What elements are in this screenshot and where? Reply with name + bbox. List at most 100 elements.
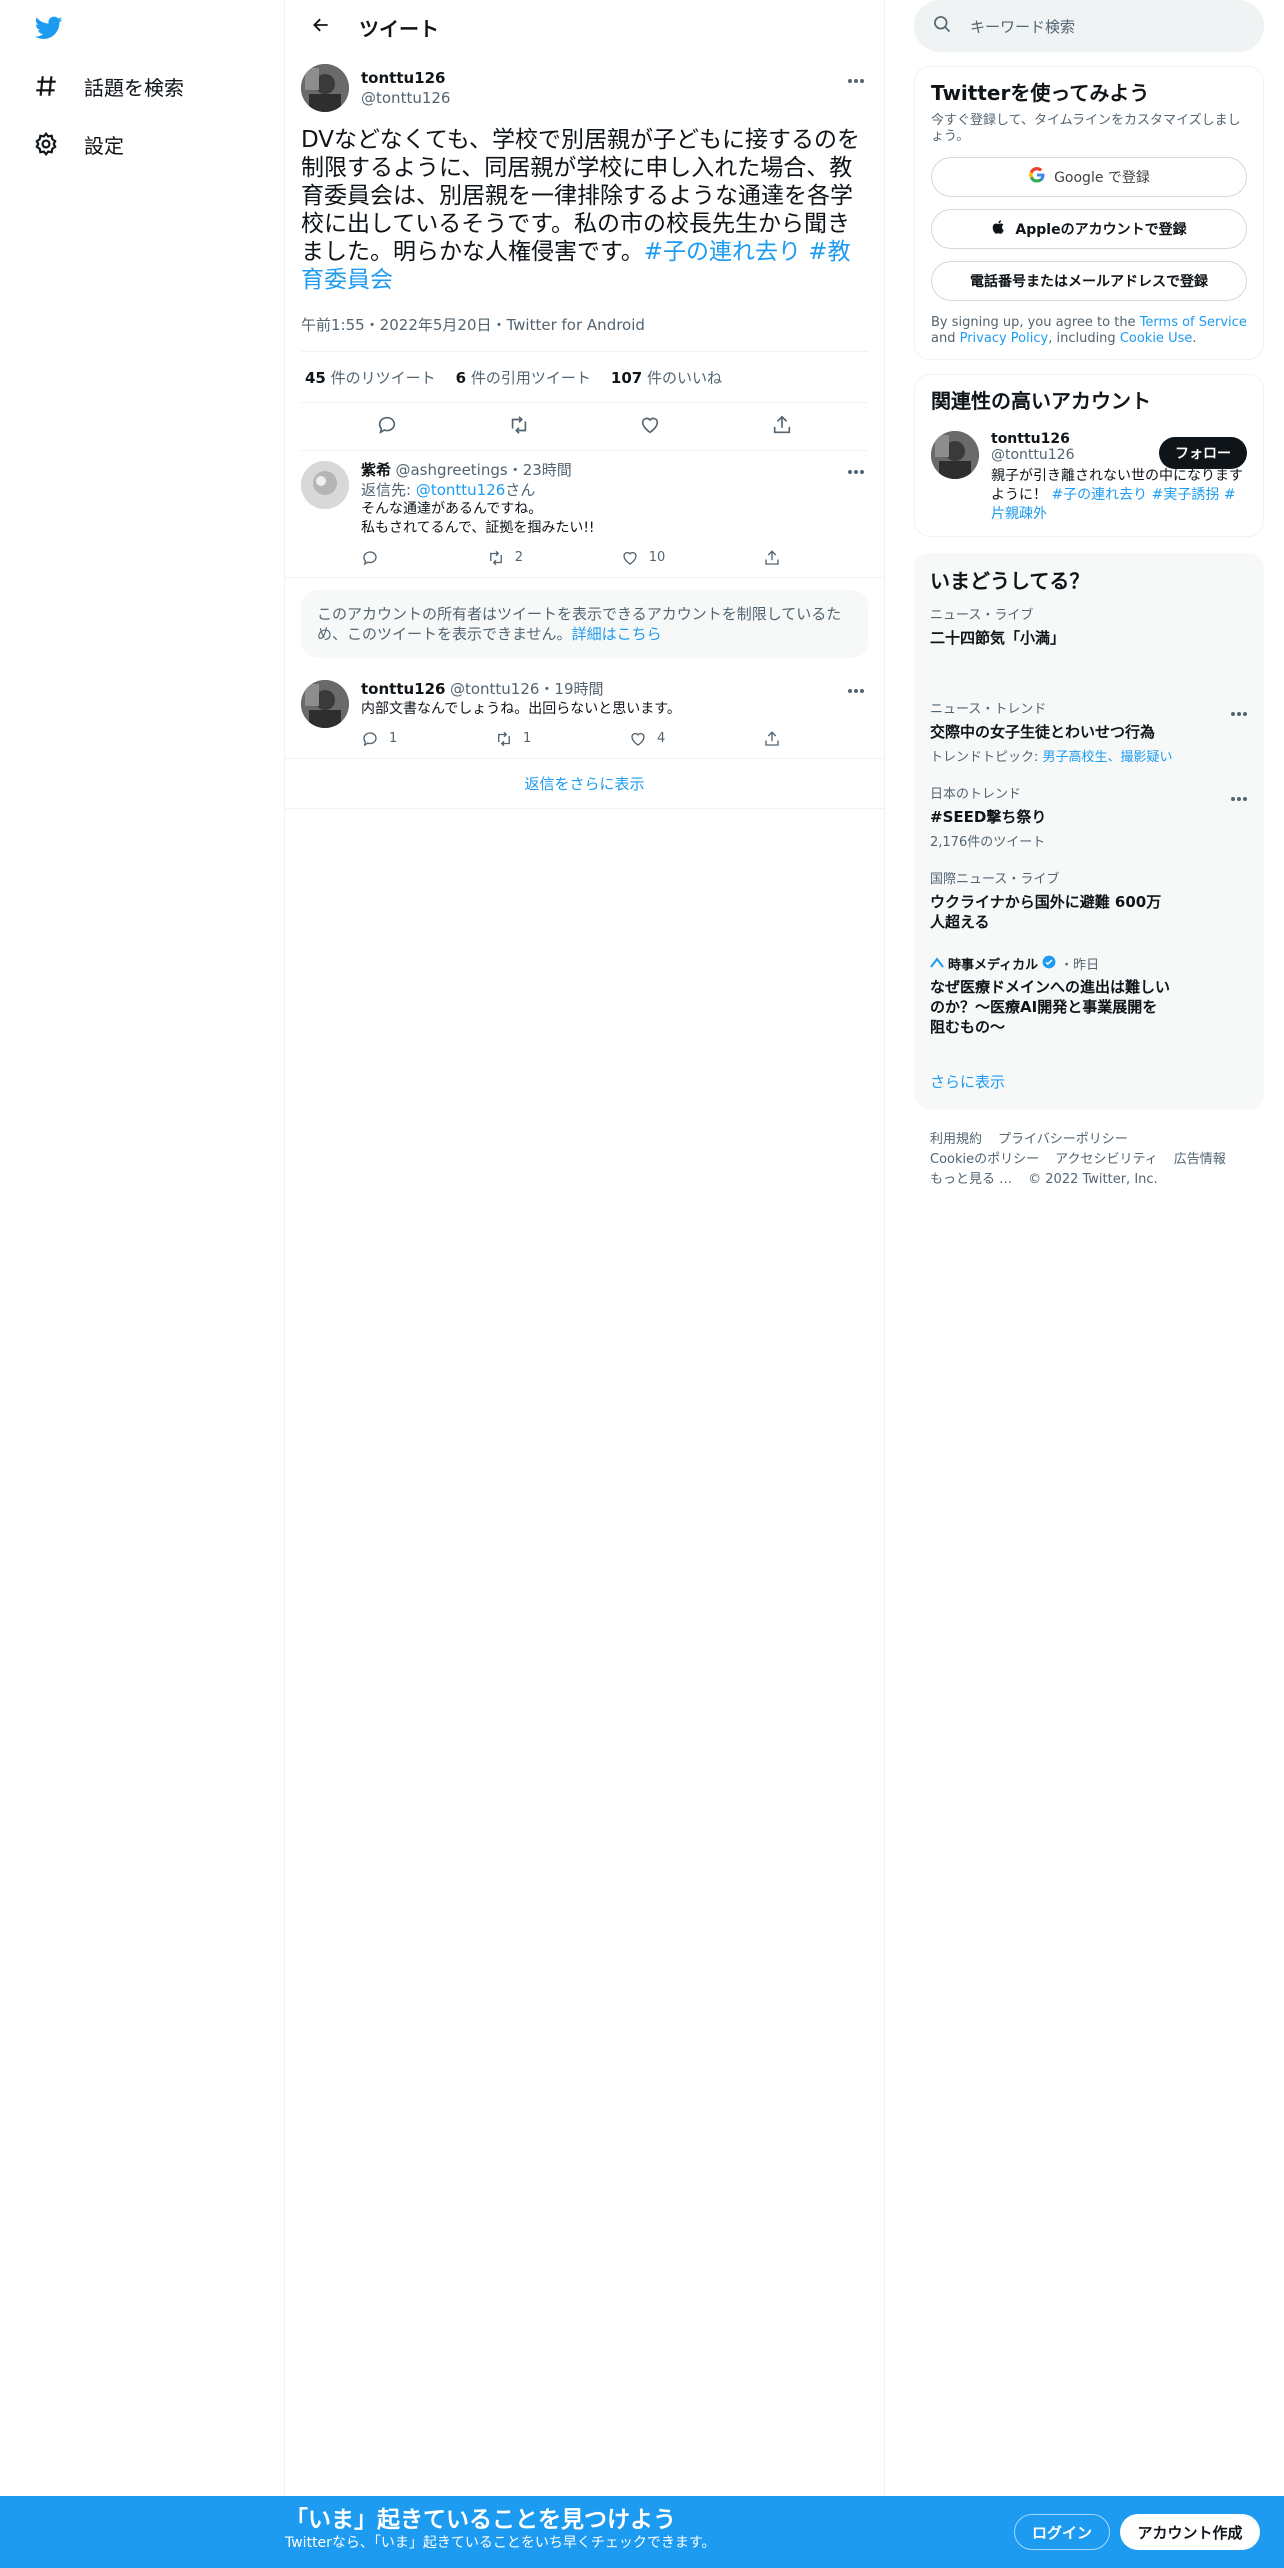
more-options-button[interactable] [844,461,868,481]
avatar[interactable] [931,431,979,479]
verified-badge-icon [1042,955,1056,973]
like-icon[interactable]: 4 [629,729,665,748]
retweet-icon[interactable]: 1 [495,729,531,748]
footer-link[interactable]: 利用規約 [930,1132,982,1147]
show-more-replies-button[interactable]: 返信をさらに表示 [285,759,884,809]
ellipsis-icon [847,69,865,88]
trend-item[interactable]: ニュース・ライブ 二十四節気「小満」 [930,608,1248,688]
reply-tweet[interactable]: tonttu126 @tonttu126・19時間 内部文書なんでしょうね。出回… [285,670,884,759]
hashtag-link[interactable]: #子の連れ去り [644,239,801,265]
google-icon [1028,166,1046,188]
follow-button[interactable]: フォロー [1159,437,1247,469]
retweet-count: 1 [523,731,532,746]
apple-signup-button[interactable]: Appleのアカウントで登録 [931,209,1247,249]
ellipsis-icon [1230,702,1248,721]
footer-link[interactable]: 広告情報 [1174,1152,1226,1167]
phone-email-signup-button[interactable]: 電話番号またはメールアドレスで登録 [931,261,1247,301]
back-button[interactable] [301,7,341,47]
terms-text: By signing up, you agree to the Terms of… [931,315,1247,346]
quotes-stat[interactable]: 6 件の引用ツイート [456,367,591,388]
reply-handle[interactable]: @tonttu126 [450,680,539,698]
reply-time[interactable]: ・19時間 [539,680,603,698]
hashtag-link[interactable]: #実子誘拐 [1152,487,1220,503]
page-header: ツイート [285,0,884,54]
avatar[interactable] [301,680,349,728]
reply-to-mention[interactable]: @tonttu126 [416,481,505,499]
related-accounts-card: 関連性の高いアカウント tonttu126 @tonttu126 親子が引き離さ… [914,374,1264,537]
app: 話題を検索 設定 ツイート tonttu126 @tonttu126 DVなどな… [0,0,1284,2568]
likes-stat[interactable]: 107 件のいいね [611,367,722,388]
author-display-name[interactable]: tonttu126 [361,68,450,88]
ellipsis-icon [1230,787,1248,806]
avatar[interactable] [301,64,349,112]
terms-link[interactable]: Terms of Service [1140,315,1247,330]
retweet-icon[interactable]: 2 [487,548,523,567]
reply-icon[interactable] [376,414,398,440]
restricted-tweet-notice: このアカウントの所有者はツイートを表示できるアカウントを制限しているため、このツ… [301,590,868,658]
footer-link[interactable]: プライバシーポリシー [998,1132,1128,1147]
ellipsis-icon [847,681,865,700]
reply-icon[interactable] [361,548,389,567]
arrow-left-icon [311,15,331,39]
like-icon[interactable]: 10 [621,548,666,567]
retweets-stat[interactable]: 45 件のリツイート [305,367,436,388]
footer: 利用規約 プライバシーポリシー Cookieのポリシー アクセシビリティ 広告情報 も… [914,1130,1264,1190]
reply-tweet[interactable]: 紫希 @ashgreetings・23時間 返信先: @tonttu126さん … [285,451,884,578]
trend-item[interactable]: 国際ニュース・ライブ ウクライナから国外に避難 600万人超える [930,872,1170,932]
cookie-link[interactable]: Cookie Use [1120,331,1193,346]
twitter-logo-icon[interactable] [32,14,68,44]
share-icon[interactable] [771,414,793,440]
nav-item-label: 設定 [84,133,124,158]
login-button[interactable]: ログイン [1014,2514,1110,2550]
hashtag-icon [30,70,62,102]
news-item[interactable]: 時事メディカル ・昨日 なぜ医療ドメインへの進出は難しいのか？～医療AI開発と事… [930,954,1170,1037]
reply-handle[interactable]: @ashgreetings [395,461,507,479]
nav-item-explore[interactable]: 話題を検索 [30,70,184,102]
like-count: 10 [648,550,666,565]
trends-title: いまどうしてる？ [930,569,1090,593]
nav-item-settings[interactable]: 設定 [30,128,124,160]
nav-item-label: 話題を検索 [84,75,184,100]
footer-link[interactable]: もっと見る … [930,1172,1012,1187]
tweet-stats: 45 件のリツイート 6 件の引用ツイート 107 件のいいね [301,351,868,403]
create-account-button[interactable]: アカウント作成 [1120,2514,1260,2550]
ellipsis-icon [847,462,865,481]
main-column: ツイート tonttu126 @tonttu126 DVなどなくても、学校で別居… [285,0,885,2568]
trend-more-button[interactable] [1230,702,1248,721]
reply-time[interactable]: ・23時間 [508,461,572,479]
retweet-count: 2 [514,550,523,565]
like-icon[interactable] [639,414,661,440]
related-account[interactable]: tonttu126 @tonttu126 親子が引き離されない世の中になりますよ… [931,431,1247,524]
retweet-icon[interactable] [508,414,530,440]
tweet-timestamp[interactable]: 午前1:55・2022年5月20日・Twitter for Android [301,314,868,335]
reply-display-name[interactable]: 紫希 [361,461,391,479]
reply-icon[interactable]: 1 [361,729,397,748]
privacy-link[interactable]: Privacy Policy [960,331,1049,346]
trend-more-button[interactable] [1230,787,1248,806]
news-source-icon [930,956,944,972]
hashtag-link[interactable]: #子の連れ去り [1051,487,1147,503]
more-options-button[interactable] [844,680,868,700]
avatar[interactable] [301,461,349,509]
bottom-bar-subtitle: Twitterなら、「いま」起きていることをいち早くチェックできます。 [285,2535,716,2551]
search-input[interactable]: キーワード検索 [914,0,1264,52]
signup-subtitle: 今すぐ登録して、タイムラインをカスタマイズしましょう。 [931,113,1241,144]
learn-more-link[interactable]: 詳細はこちら [572,625,662,643]
show-more-trends-link[interactable]: さらに表示 [930,1071,1248,1092]
author-handle[interactable]: @tonttu126 [361,88,450,108]
share-icon[interactable] [763,548,781,567]
signup-card: Twitterを使ってみよう 今すぐ登録して、タイムラインをカスタマイズしましょ… [914,66,1264,360]
trend-topic-link[interactable]: 男子高校生、撮影疑い [1043,750,1173,765]
trends-card: いまどうしてる？ ニュース・ライブ 二十四節気「小満」 ニュース・トレンド 交際… [914,553,1264,1110]
trend-item[interactable]: ニュース・トレンド 交際中の女子生徒とわいせつ行為 トレンドトピック: 男子高校… [930,702,1248,765]
search-placeholder: キーワード検索 [970,17,1076,36]
trend-item[interactable]: 日本のトレンド #SEED撃ち祭り 2,176件のツイート [930,787,1248,850]
share-icon[interactable] [763,729,781,748]
google-signup-button[interactable]: Google で登録 [931,157,1247,197]
footer-link[interactable]: アクセシビリティ [1055,1152,1158,1167]
more-options-button[interactable] [844,68,868,88]
reply-display-name[interactable]: tonttu126 [361,680,446,698]
signup-title: Twitterを使ってみよう [931,81,1150,105]
footer-link[interactable]: Cookieのポリシー [930,1152,1039,1167]
reply-count: 1 [389,731,398,746]
